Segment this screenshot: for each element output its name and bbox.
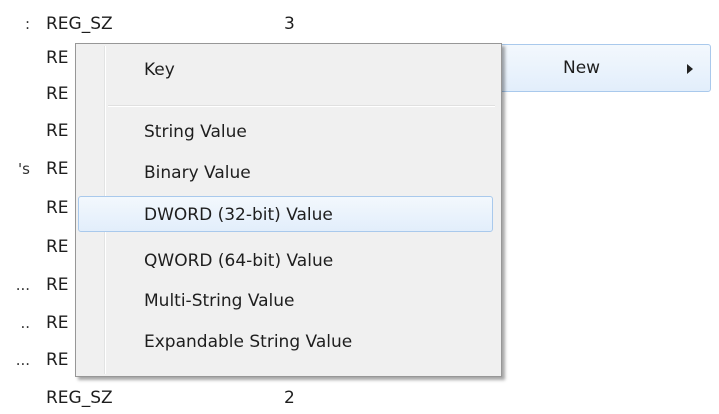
menu-item-label: DWORD (32-bit) Value xyxy=(144,205,333,225)
value-type: RE xyxy=(46,84,69,104)
value-type: RE xyxy=(46,350,69,370)
value-name: ... xyxy=(15,351,30,369)
value-name: ... xyxy=(15,276,30,294)
value-type: RE xyxy=(46,275,69,295)
menu-item-string-value[interactable]: String Value xyxy=(78,113,497,149)
value-type: RE xyxy=(46,313,69,333)
menu-item-label: Binary Value xyxy=(144,163,251,183)
menu-item-key[interactable]: Key xyxy=(78,51,497,87)
submenu-arrow-icon xyxy=(687,64,693,74)
new-submenu: Key String Value Binary Value DWORD (32-… xyxy=(75,43,502,377)
value-type: RE xyxy=(46,121,69,141)
list-item[interactable]: : REG_SZ 3 xyxy=(0,10,719,40)
menu-item-binary-value[interactable]: Binary Value xyxy=(78,154,497,190)
menu-item-label: Multi-String Value xyxy=(144,291,295,311)
menu-item-label: QWORD (64-bit) Value xyxy=(144,251,334,271)
value-type: RE xyxy=(46,198,69,218)
menu-item-new-label: New xyxy=(563,58,601,78)
value-type: RE xyxy=(46,48,69,68)
menu-item-label: Key xyxy=(144,60,175,80)
value-data: 2 xyxy=(284,388,295,408)
value-data: 3 xyxy=(284,14,295,34)
value-type: REG_SZ xyxy=(46,14,113,34)
menu-item-expandable-string-value[interactable]: Expandable String Value xyxy=(78,323,497,359)
value-name: : xyxy=(24,15,30,33)
value-type: REG_SZ xyxy=(46,388,113,408)
menu-item-multi-string-value[interactable]: Multi-String Value xyxy=(78,282,497,318)
menu-item-label: Expandable String Value xyxy=(144,332,353,352)
menu-item-new[interactable]: New xyxy=(496,44,711,92)
menu-item-label: String Value xyxy=(144,122,247,142)
menu-item-dword-value[interactable]: DWORD (32-bit) Value xyxy=(78,196,493,232)
value-type: RE xyxy=(46,159,69,179)
menu-item-qword-value[interactable]: QWORD (64-bit) Value xyxy=(78,242,497,278)
menu-separator xyxy=(108,105,495,107)
list-item[interactable]: REG_SZ 2 xyxy=(0,384,719,414)
value-name: 's xyxy=(18,160,30,178)
value-name: .. xyxy=(20,314,30,332)
value-type: RE xyxy=(46,237,69,257)
